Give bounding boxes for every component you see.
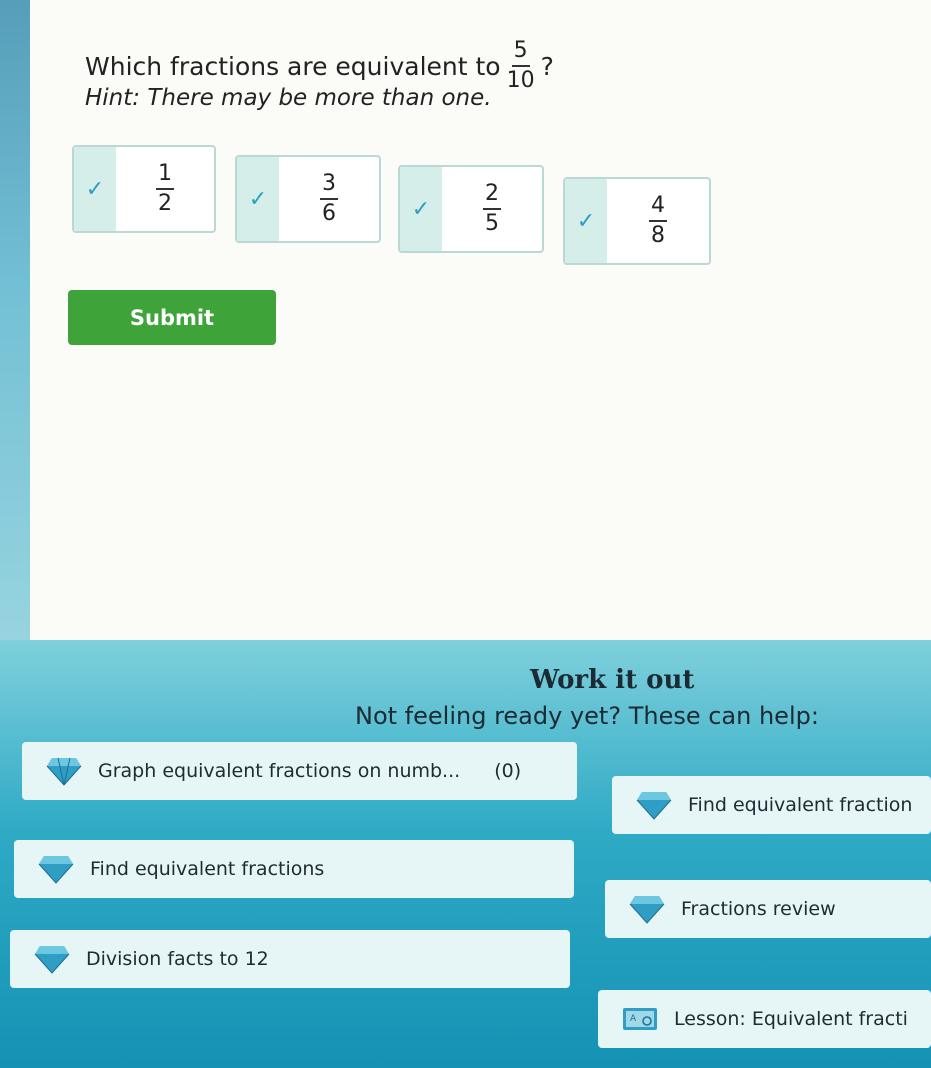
card-label: Find equivalent fraction [688, 794, 913, 816]
target-numerator: 5 [511, 40, 530, 67]
choice-numerator: 1 [156, 163, 174, 190]
choice-denominator: 2 [158, 191, 172, 216]
question-text: Which fractions are equivalent to [85, 51, 501, 81]
card-label: Graph equivalent fractions on numb... [98, 760, 461, 782]
choice-2-5[interactable]: ✓ 2 5 [398, 165, 544, 253]
choice-fraction: 3 6 [320, 173, 338, 225]
skill-card-find-equivalent[interactable]: Find equivalent fractions [14, 840, 574, 898]
choice-numerator: 3 [320, 173, 338, 200]
choice-fraction: 4 8 [649, 195, 667, 247]
card-label: Lesson: Equivalent fracti [674, 1008, 908, 1030]
choice-denominator: 5 [485, 211, 499, 236]
card-label: Division facts to 12 [86, 948, 269, 970]
choice-numerator: 4 [649, 195, 667, 222]
question-suffix: ? [540, 51, 554, 81]
svg-text:A: A [630, 1014, 637, 1024]
hint-text: Hint: There may be more than one. [85, 85, 492, 111]
card-label: Fractions review [681, 898, 836, 920]
lesson-icon: A [623, 1008, 657, 1030]
diamond-icon [629, 896, 665, 924]
skill-card-division-facts[interactable]: Division facts to 12 [10, 930, 570, 988]
choice-4-8[interactable]: ✓ 4 8 [563, 177, 711, 265]
check-icon: ✓ [565, 179, 607, 263]
skill-card-graph-equivalent[interactable]: Graph equivalent fractions on numb... (0… [22, 742, 577, 800]
choice-numerator: 2 [483, 183, 501, 210]
diamond-icon [636, 792, 672, 820]
check-icon: ✓ [74, 147, 116, 231]
choice-denominator: 6 [322, 201, 336, 226]
choice-3-6[interactable]: ✓ 3 6 [235, 155, 381, 243]
skill-card-fractions-review[interactable]: Fractions review [605, 880, 931, 938]
check-icon: ✓ [237, 157, 279, 241]
target-denominator: 10 [506, 68, 535, 93]
submit-button[interactable]: Submit [68, 290, 276, 345]
check-icon: ✓ [400, 167, 442, 251]
help-title: Work it out [530, 665, 695, 695]
lesson-card-equivalent-fractions[interactable]: A Lesson: Equivalent fracti [598, 990, 931, 1048]
card-count: (0) [494, 760, 522, 782]
diamond-icon [34, 946, 70, 974]
skill-card-find-equivalent-right[interactable]: Find equivalent fraction [612, 776, 931, 834]
help-subtitle: Not feeling ready yet? These can help: [355, 702, 819, 730]
choice-fraction: 2 5 [483, 183, 501, 235]
choice-1-2[interactable]: ✓ 1 2 [72, 145, 216, 233]
diamond-icon [46, 757, 82, 786]
diamond-icon [38, 856, 74, 884]
choice-fraction: 1 2 [156, 163, 174, 215]
card-label: Find equivalent fractions [90, 858, 325, 880]
choice-denominator: 8 [651, 223, 665, 248]
target-fraction: 5 10 [507, 40, 535, 92]
